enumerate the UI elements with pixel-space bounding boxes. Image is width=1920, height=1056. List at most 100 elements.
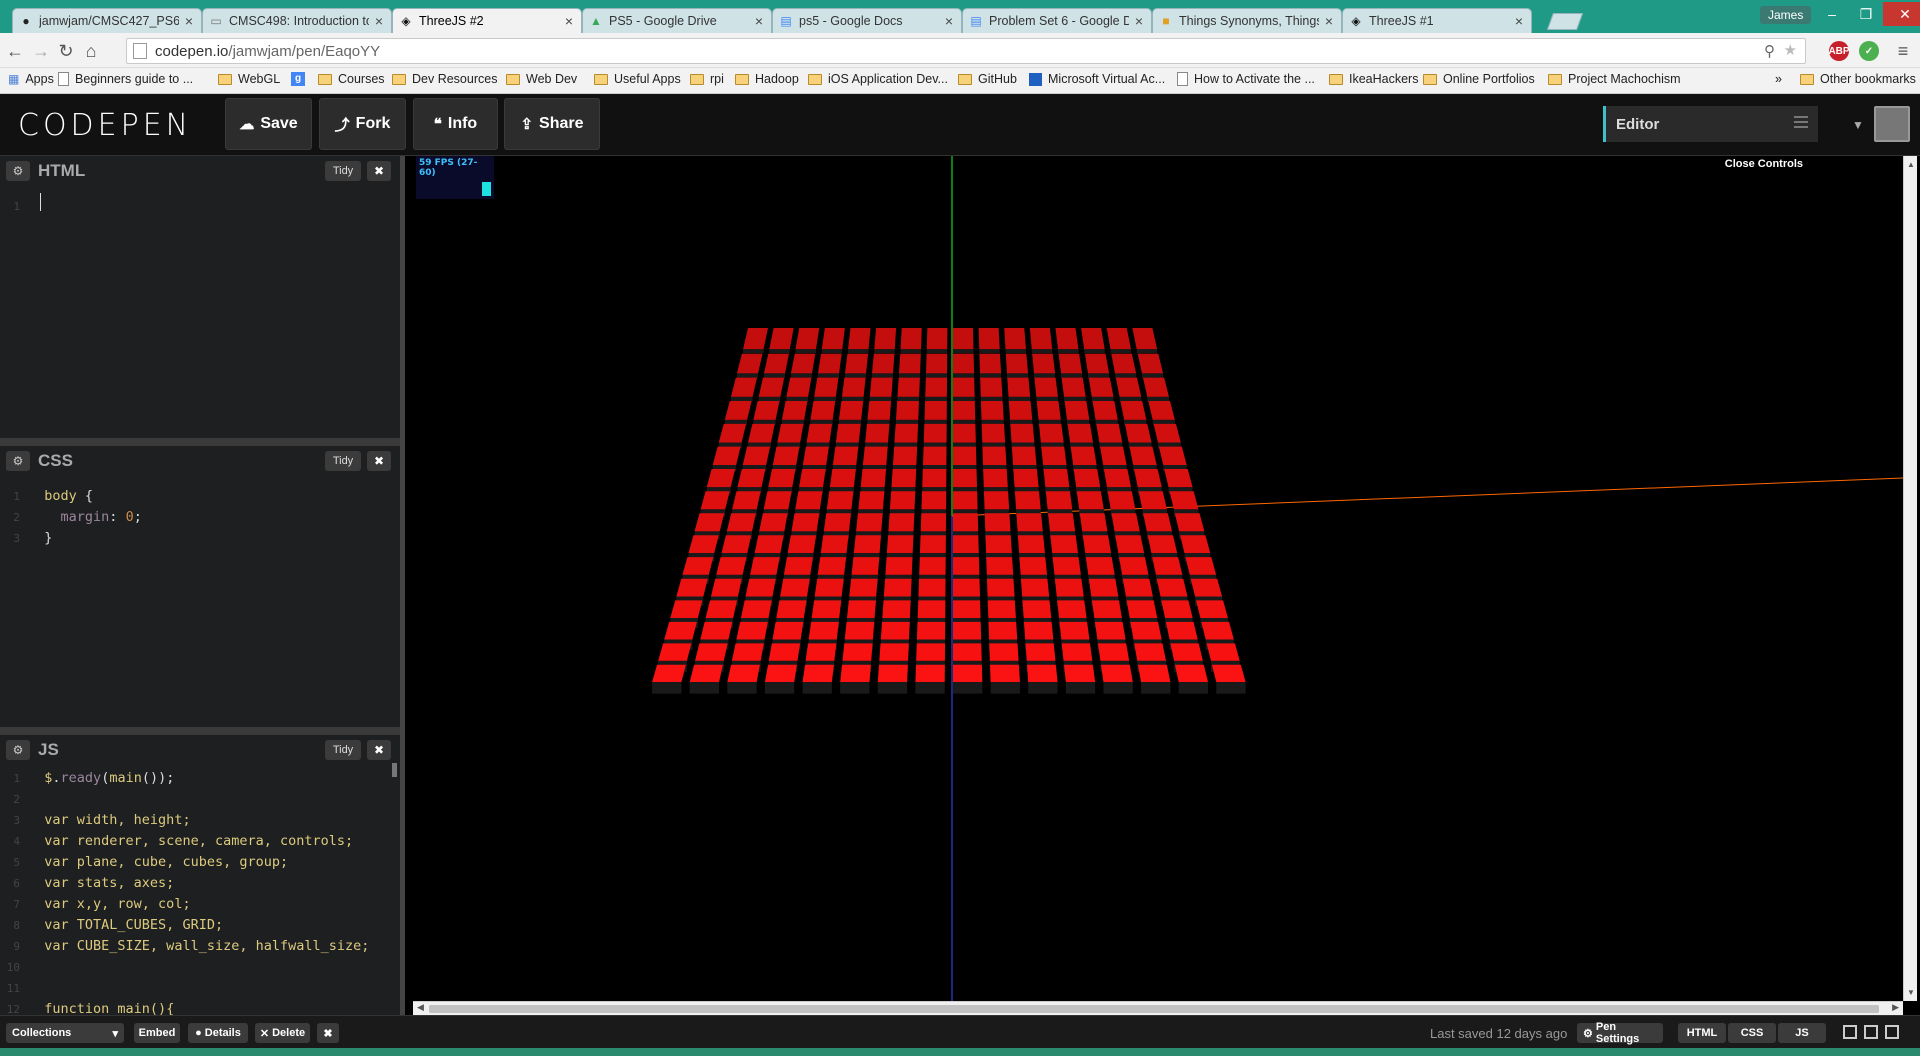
browser-tab[interactable]: ◈ ThreeJS #1 × (1342, 8, 1532, 33)
bookmark-item[interactable]: iOS Application Dev... (808, 72, 948, 86)
cube-shadow (1007, 373, 1029, 378)
bookmark-item[interactable]: Dev Resources (392, 72, 497, 86)
bookmark-item[interactable]: Web Dev (506, 72, 577, 86)
other-bookmarks[interactable]: Other bookmarks (1800, 72, 1916, 86)
bookmark-item[interactable]: rpi (690, 72, 724, 86)
profile-button[interactable]: James (1760, 6, 1812, 24)
tab-close-icon[interactable]: × (753, 13, 765, 29)
js-tidy-button[interactable]: Tidy (325, 740, 361, 760)
new-tab-button[interactable] (1546, 13, 1584, 30)
bookmark-item[interactable]: How to Activate the ... (1177, 72, 1315, 86)
tab-close-icon[interactable]: × (1323, 13, 1335, 29)
bookmark-item[interactable]: Online Portfolios (1423, 72, 1535, 86)
preview-pane[interactable]: 59 FPS (27-60) Close Controls (413, 156, 1903, 1001)
bookmark-item[interactable]: WebGL (218, 72, 280, 86)
codepen-logo[interactable]: CODEPEN (18, 108, 192, 143)
editor-resize-handle[interactable] (0, 438, 400, 446)
css-tidy-button[interactable]: Tidy (325, 451, 361, 471)
css-close-icon[interactable]: ✖ (367, 451, 391, 471)
html-tidy-button[interactable]: Tidy (325, 161, 361, 181)
bookmark-item[interactable]: Beginners guide to ... (58, 72, 193, 86)
restore-icon[interactable]: ❐ (1849, 2, 1883, 26)
bookmark-item[interactable]: Courses (318, 72, 385, 86)
cube-face (886, 535, 914, 554)
browser-tab[interactable]: ■ Things Synonyms, Things × (1152, 8, 1342, 33)
back-icon[interactable]: ← (4, 40, 26, 62)
html-view-toggle[interactable]: HTML (1678, 1023, 1726, 1043)
css-view-toggle[interactable]: CSS (1728, 1023, 1776, 1043)
adblock-icon[interactable]: ABP (1828, 41, 1850, 61)
reload-icon[interactable]: ↻ (55, 40, 77, 62)
layout-left-icon[interactable] (1843, 1025, 1857, 1039)
extension-icon[interactable]: ✓ (1859, 41, 1879, 61)
js-view-toggle[interactable]: JS (1778, 1023, 1826, 1043)
js-scrollbar[interactable] (392, 763, 397, 777)
window-close-icon[interactable]: ✕ (1883, 2, 1920, 26)
embed-button[interactable]: Embed (134, 1023, 180, 1043)
threejs-scene[interactable] (413, 156, 1903, 1001)
layout-top-icon[interactable] (1864, 1025, 1878, 1039)
gear-icon[interactable]: ⚙ (6, 161, 30, 181)
bookmark-star-icon[interactable]: ★ (1784, 41, 1797, 59)
forward-icon[interactable]: → (30, 40, 52, 62)
gear-icon[interactable]: ⚙ (6, 740, 30, 760)
pen-settings-button[interactable]: ⚙ Pen Settings (1577, 1021, 1663, 1045)
home-icon[interactable]: ⌂ (80, 40, 102, 62)
close-footer-icon[interactable]: ✖ (317, 1023, 339, 1043)
bookmark-item[interactable]: Hadoop (735, 72, 799, 86)
bookmark-item[interactable]: Project Machochism (1548, 72, 1681, 86)
browser-tab[interactable]: ▤ Problem Set 6 - Google D × (962, 8, 1152, 33)
collections-dropdown[interactable]: Collections ▾ (6, 1023, 124, 1043)
minimize-icon[interactable]: – (1815, 2, 1849, 26)
save-button[interactable]: ☁ Save (225, 98, 312, 150)
scroll-right-icon[interactable]: ▶ (1892, 1002, 1899, 1013)
tab-close-icon[interactable]: × (1133, 13, 1145, 29)
layout-right-icon[interactable] (1885, 1025, 1899, 1039)
fork-button[interactable]: ⤴ Fork (319, 98, 406, 150)
chevron-down-icon[interactable]: ▼ (1852, 118, 1864, 132)
details-button[interactable]: ● Details (188, 1023, 248, 1043)
html-editor[interactable]: ⚙ HTML Tidy ✖ 1 (0, 156, 400, 438)
bookmark-item[interactable]: Microsoft Virtual Ac... (1029, 72, 1165, 86)
bookmark-item[interactable]: ▦ Apps (8, 72, 54, 86)
browser-tab[interactable]: ▲ PS5 - Google Drive × (582, 8, 772, 33)
html-code[interactable]: 1 (0, 196, 400, 217)
share-button[interactable]: ⇪ Share (504, 98, 600, 150)
preview-vertical-scrollbar[interactable]: ▲ ▼ (1903, 156, 1917, 1001)
search-icon[interactable]: ⚲ (1764, 42, 1775, 60)
tab-close-icon[interactable]: × (943, 13, 955, 29)
tab-close-icon[interactable]: × (183, 13, 195, 29)
address-bar[interactable]: codepen.io/jamwjam/pen/EaqoYY ⚲ ★ (126, 38, 1806, 64)
html-close-icon[interactable]: ✖ (367, 161, 391, 181)
bookmark-item[interactable]: IkeaHackers (1329, 72, 1418, 86)
scroll-down-icon[interactable]: ▼ (1907, 988, 1915, 997)
bookmark-item[interactable]: g (291, 72, 305, 86)
js-code[interactable]: 1 $. ready(main ()); 2 3 var width, height;… (0, 768, 400, 1020)
scroll-left-icon[interactable]: ◀ (417, 1002, 424, 1013)
delete-button[interactable]: ✕ Delete (255, 1023, 310, 1043)
editor-resize-handle[interactable] (0, 727, 400, 735)
tab-close-icon[interactable]: × (1513, 13, 1525, 29)
tab-close-icon[interactable]: × (563, 13, 575, 29)
browser-tab[interactable]: ● jamwjam/CMSC427_PS6 × (12, 8, 202, 33)
gear-icon[interactable]: ⚙ (6, 451, 30, 471)
tab-close-icon[interactable]: × (373, 13, 385, 29)
scroll-up-icon[interactable]: ▲ (1907, 160, 1915, 169)
browser-tab[interactable]: ▭ CMSC498: Introduction to × (202, 8, 392, 33)
preview-horizontal-scrollbar[interactable]: ◀ ▶ (413, 1001, 1903, 1015)
browser-tab[interactable]: ◈ ThreeJS #2 × (392, 8, 582, 33)
js-editor[interactable]: ⚙ JS Tidy ✖ 1 $. ready(main ()); 2 3 var wi… (0, 735, 400, 1031)
close-controls-button[interactable]: Close Controls (1725, 158, 1803, 170)
chrome-menu-icon[interactable]: ≡ (1892, 40, 1914, 62)
js-close-icon[interactable]: ✖ (367, 740, 391, 760)
view-switcher[interactable]: Editor (1603, 106, 1818, 142)
css-code[interactable]: 1 body {2 margin: 0; 3 } (0, 486, 400, 549)
avatar[interactable] (1874, 106, 1910, 142)
info-button[interactable]: ❝ Info (413, 98, 498, 150)
bookmark-item[interactable]: Useful Apps (594, 72, 681, 86)
browser-tab[interactable]: ▤ ps5 - Google Docs × (772, 8, 962, 33)
bookmark-item[interactable]: GitHub (958, 72, 1017, 86)
css-editor[interactable]: ⚙ CSS Tidy ✖ 1 body {2 margin: 0; 3 } (0, 446, 400, 727)
bookmarks-overflow[interactable]: » (1775, 72, 1782, 86)
scroll-thumb[interactable] (429, 1005, 1879, 1013)
